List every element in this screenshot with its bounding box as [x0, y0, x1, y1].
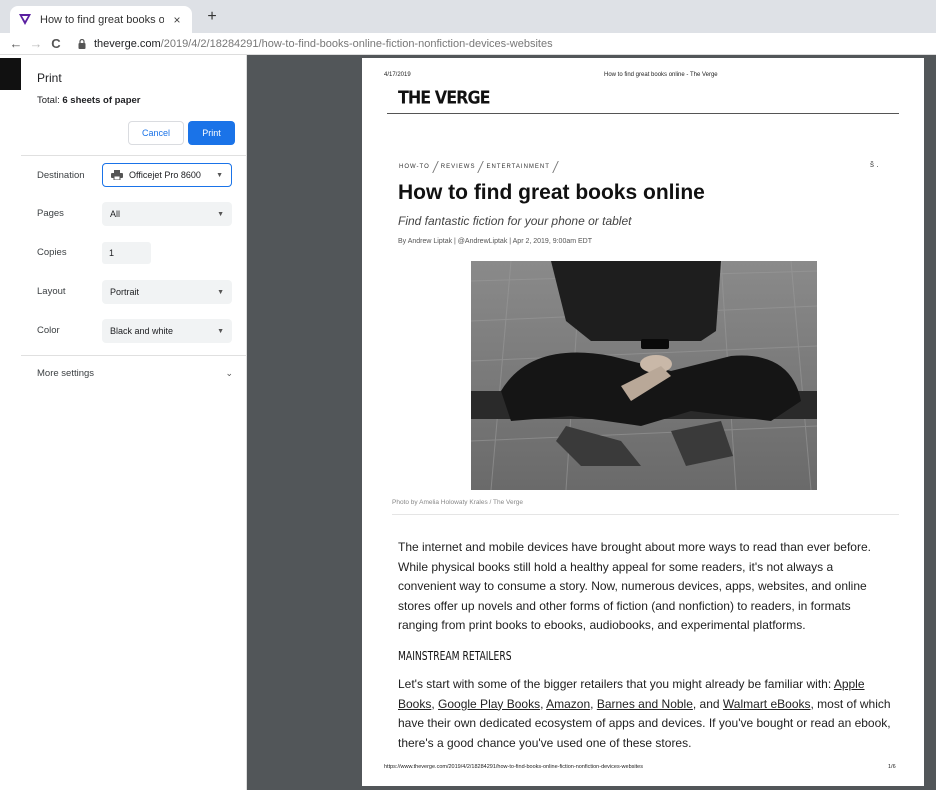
- sheet-total: Total: 6 sheets of paper: [37, 95, 141, 106]
- copies-label: Copies: [37, 247, 67, 258]
- more-settings-label: More settings: [37, 368, 95, 379]
- pages-select[interactable]: All ▼: [102, 202, 232, 226]
- print-settings-panel: Print Total: 6 sheets of paper Cancel Pr…: [21, 55, 247, 790]
- verge-logo: THE VERGE: [398, 87, 490, 108]
- destination-value: Officejet Pro 8600: [129, 170, 201, 180]
- new-tab-button[interactable]: +: [204, 9, 220, 25]
- printer-icon: [111, 170, 123, 181]
- color-label: Color: [37, 325, 60, 336]
- category-tag: HOW-TO: [399, 164, 430, 170]
- tab-active[interactable]: How to find great books online - ×: [10, 6, 192, 33]
- reload-button[interactable]: C: [46, 36, 66, 51]
- print-title: Print: [37, 71, 62, 85]
- forward-button[interactable]: →: [26, 36, 46, 51]
- divider: [392, 514, 899, 515]
- print-button[interactable]: Print: [188, 121, 235, 145]
- category-tag: REVIEWS: [440, 164, 476, 170]
- page-header-title: How to find great books online - The Ver…: [604, 72, 718, 78]
- verge-favicon-icon: [18, 13, 32, 27]
- link-amazon[interactable]: Amazon: [546, 697, 590, 711]
- divider: [21, 355, 247, 356]
- tab-strip: How to find great books online - × +: [0, 0, 936, 33]
- destination-select[interactable]: Officejet Pro 8600 ▼: [102, 163, 232, 187]
- link-barnes-and-noble[interactable]: Barnes and Noble: [597, 697, 693, 711]
- back-button[interactable]: ←: [6, 36, 26, 51]
- url-host: theverge.com: [94, 37, 161, 50]
- share-icon: š .: [870, 160, 879, 169]
- url-field[interactable]: theverge.com/2019/4/2/18284291/how-to-fi…: [94, 38, 553, 50]
- category-tag: ENTERTAINMENT: [486, 164, 550, 170]
- article-paragraph: The internet and mobile devices have bro…: [398, 540, 871, 632]
- article-paragraph: Let's start with some of the bigger reta…: [398, 675, 892, 753]
- window-edge: [0, 58, 21, 90]
- paragraph-text: ,: [590, 696, 597, 711]
- link-google-play-books[interactable]: Google Play Books: [438, 697, 540, 711]
- destination-label: Destination: [37, 170, 85, 181]
- layout-label: Layout: [37, 286, 66, 297]
- page-footer-url: https://www.theverge.com/2019/4/2/182842…: [384, 764, 643, 770]
- sheet-total-value: 6 sheets of paper: [62, 95, 141, 106]
- chevron-down-icon: ▼: [217, 327, 224, 335]
- paragraph-text: , and: [692, 696, 723, 711]
- paragraph-text: Let's start with some of the bigger reta…: [398, 677, 834, 691]
- article-byline: By Andrew Liptak | @AndrewLiptak | Apr 2…: [398, 238, 593, 245]
- color-select[interactable]: Black and white ▼: [102, 319, 232, 343]
- article-title: How to find great books online: [398, 181, 705, 204]
- copies-input[interactable]: 1: [102, 242, 151, 264]
- chevron-down-icon: ▼: [217, 210, 224, 218]
- page-number: 1/6: [888, 764, 896, 770]
- layout-select[interactable]: Portrait ▼: [102, 280, 232, 304]
- chevron-down-icon: ▼: [217, 288, 224, 296]
- color-value: Black and white: [110, 326, 174, 336]
- layout-value: Portrait: [110, 287, 140, 297]
- preview-page: 4/17/2019 How to find great books online…: [362, 58, 924, 786]
- pages-value: All: [110, 209, 121, 219]
- more-settings-toggle[interactable]: More settings ⌄: [37, 368, 233, 379]
- lock-icon[interactable]: [76, 38, 88, 49]
- divider: [21, 155, 247, 156]
- photo-caption: Photo by Amelia Holowaty Krales / The Ve…: [392, 499, 524, 506]
- tab-title: How to find great books online -: [40, 13, 164, 26]
- divider: [387, 113, 899, 114]
- tab-close-icon[interactable]: ×: [170, 13, 184, 27]
- cancel-button[interactable]: Cancel: [128, 121, 184, 145]
- pages-label: Pages: [37, 208, 64, 219]
- page-header-date: 4/17/2019: [384, 72, 411, 78]
- sheet-total-prefix: Total:: [37, 95, 63, 106]
- link-walmart-ebooks[interactable]: Walmart eBooks: [723, 697, 811, 711]
- address-bar-row: ← → C theverge.com/2019/4/2/18284291/how…: [0, 33, 936, 55]
- section-heading: MAINSTREAM RETAILERS: [398, 649, 512, 663]
- chevron-down-icon: ▼: [216, 171, 223, 179]
- chevron-down-icon: ⌄: [225, 368, 233, 378]
- article-subtitle: Find fantastic fiction for your phone or…: [398, 214, 632, 228]
- category-tags: HOW-TO REVIEWS ENTERTAINMENT: [394, 161, 559, 173]
- url-path: /2019/4/2/18284291/how-to-find-books-onl…: [160, 37, 553, 50]
- article-photo: [471, 261, 817, 490]
